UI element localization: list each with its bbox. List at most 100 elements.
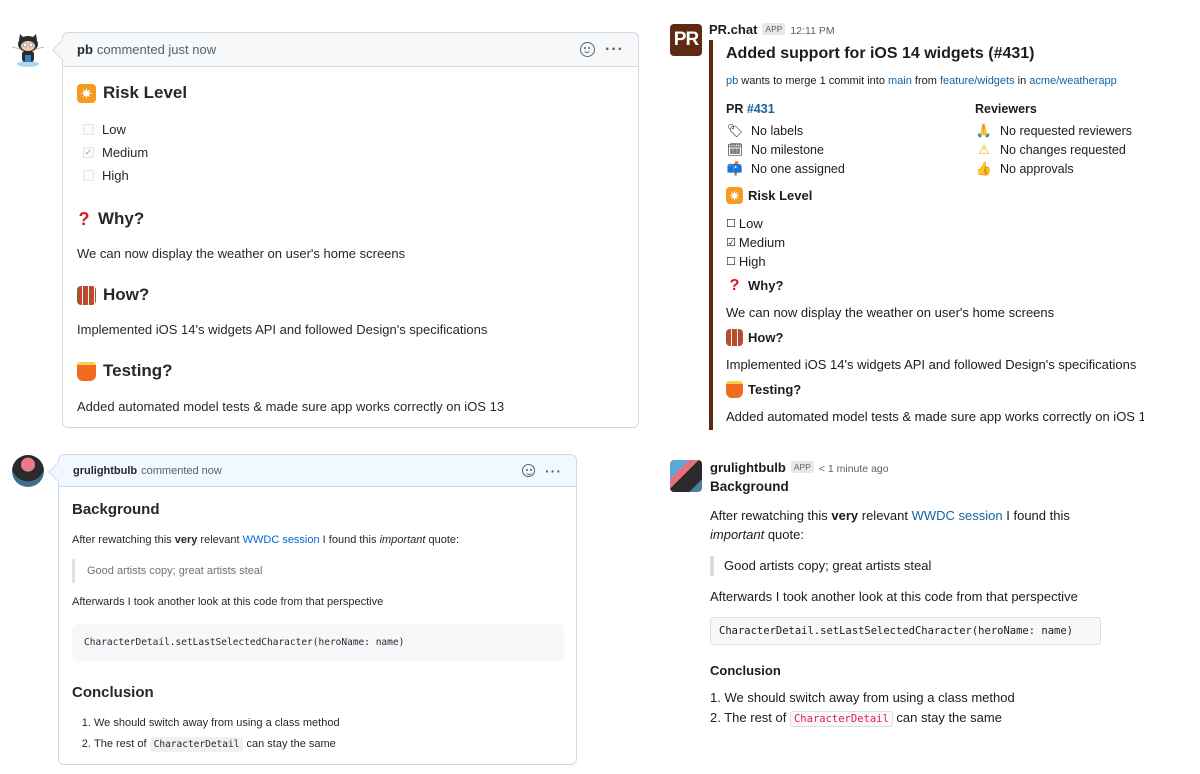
why-heading: ? Why? — [78, 209, 145, 229]
pr-title[interactable]: Added support for iOS 14 widgets (#431) — [726, 45, 1035, 63]
afterwards-paragraph: Afterwards I took another look at this c… — [710, 589, 1078, 604]
abacus-icon — [726, 329, 743, 346]
pr-number-link[interactable]: #431 — [747, 102, 775, 116]
list-item: We should switch away from using a class… — [94, 713, 340, 734]
thumbs-up-icon: 👍 — [975, 160, 993, 176]
risk-option-high[interactable]: High — [83, 164, 148, 187]
milestone-row: 🗓 No milestone — [726, 141, 824, 157]
list-item: The rest of CharacterDetail can stay the… — [94, 734, 340, 755]
code-block: CharacterDetail.setLastSelectedCharacter… — [72, 624, 564, 661]
checkbox-checked-icon: ☑ — [726, 237, 736, 249]
comment-meta: commented now — [141, 464, 222, 477]
more-options-icon[interactable]: ··· — [545, 464, 562, 478]
testing-text: Added automated model tests & made sure … — [77, 399, 505, 414]
pr-attachment: Added support for iOS 14 widgets (#431) … — [709, 40, 1149, 430]
pr-chat-app-avatar[interactable]: PR — [670, 24, 702, 56]
testing-heading: Testing? — [77, 361, 173, 381]
wwdc-session-link[interactable]: WWDC session — [243, 534, 320, 546]
eight-pointed-star-icon: ✷ — [726, 187, 743, 204]
background-paragraph: After rewatching this very relevant WWDC… — [710, 508, 1070, 542]
message-header: PR.chat APP 12:11 PM — [709, 21, 835, 39]
avatar-pb-octocat[interactable] — [8, 30, 48, 70]
avatar-grulightbulb[interactable] — [670, 460, 702, 492]
checkbox-checked[interactable]: ✓ — [83, 147, 94, 158]
add-reaction-icon[interactable] — [580, 42, 596, 57]
pr-subtitle: pb wants to merge 1 commit into main fro… — [726, 75, 1117, 87]
afterwards-paragraph: Afterwards I took another look at this c… — [72, 596, 384, 608]
why-text: We can now display the weather on user's… — [77, 246, 406, 261]
app-badge: APP — [790, 461, 814, 473]
mailbox-icon: 📫 — [726, 160, 744, 176]
checkbox[interactable] — [83, 124, 94, 135]
user-link[interactable]: pb — [726, 75, 738, 87]
base-branch-link[interactable]: main — [888, 75, 912, 87]
checkbox-empty-icon: ☐ — [726, 218, 736, 230]
safety-vest-icon — [726, 381, 743, 398]
more-options-icon[interactable]: ··· — [605, 41, 624, 58]
comment-header: pb commented just now ··· — [52, 33, 638, 67]
comment-author[interactable]: grulightbulb — [73, 465, 137, 477]
blockquote: Good artists copy; great artists steal — [710, 556, 931, 576]
wwdc-session-link[interactable]: WWDC session — [912, 508, 1003, 523]
risk-option-low[interactable]: Low — [83, 118, 148, 141]
avatar-grulightbulb[interactable] — [12, 455, 44, 487]
safety-vest-icon — [77, 361, 96, 381]
background-heading: Background — [72, 501, 160, 518]
head-branch-link[interactable]: feature/widgets — [940, 75, 1015, 87]
label-tag-icon: 🏷 — [726, 122, 744, 138]
conclusion-heading: Conclusion — [710, 663, 781, 678]
warning-icon: ⚠ — [978, 141, 990, 157]
changes-requested-row: ⚠ No changes requested — [975, 140, 1132, 159]
message-timestamp[interactable]: < 1 minute ago — [819, 463, 889, 475]
conclusion-heading: Conclusion — [72, 684, 154, 701]
conclusion-list: We should switch away from using a class… — [72, 713, 340, 755]
checkbox[interactable] — [83, 170, 94, 181]
background-heading: Background — [710, 479, 789, 494]
risk-option-high: ☐ High — [726, 254, 766, 269]
comment-meta: commented just now — [96, 42, 217, 57]
comment-header: grulightbulb commented now ··· — [48, 455, 576, 487]
question-mark-icon: ? — [729, 276, 740, 294]
folded-hands-icon: 🙏 — [975, 122, 993, 138]
labels-row: 🏷 No labels — [726, 122, 804, 138]
blockquote: Good artists copy; great artists steal — [72, 559, 262, 583]
octocat-icon — [11, 34, 45, 67]
risk-option-medium: ☑ Medium — [726, 235, 786, 250]
why-heading: ? Why? — [726, 276, 784, 294]
requested-reviewers-row: 🙏 No requested reviewers — [975, 122, 1133, 138]
eight-pointed-star-icon: ✷ — [77, 83, 96, 103]
why-text: We can now display the weather on user's… — [726, 305, 1055, 320]
comment-author[interactable]: pb — [77, 42, 93, 57]
abacus-icon — [77, 285, 96, 305]
approvals-row: 👍 No approvals — [975, 160, 1074, 176]
how-heading: How? — [77, 285, 149, 305]
background-paragraph: After rewatching this very relevant WWDC… — [72, 534, 460, 546]
app-badge: APP — [762, 23, 786, 35]
risk-checklist: Low ✓ Medium High — [83, 118, 148, 187]
how-heading: How? — [726, 329, 783, 346]
app-name[interactable]: PR.chat — [709, 22, 757, 37]
testing-text: Added automated model tests & made sure … — [726, 409, 1144, 424]
add-reaction-icon[interactable] — [522, 464, 535, 477]
risk-option-medium[interactable]: ✓ Medium — [83, 141, 148, 164]
checkbox-empty-icon: ☐ — [726, 256, 736, 268]
list-item: 1. We should switch away from using a cl… — [710, 690, 1015, 705]
conclusion-list: 1. We should switch away from using a cl… — [710, 690, 1015, 730]
risk-option-low: ☐ Low — [726, 216, 763, 231]
code-block: CharacterDetail.setLastSelectedCharacter… — [710, 617, 1101, 645]
pr-field: PR #431 🏷 No labels 🗓 No milestone 📫 No one… — [726, 102, 845, 178]
github-pr-comment: pb commented just now ··· ✷ Risk Level L… — [52, 32, 639, 428]
testing-heading: Testing? — [726, 381, 801, 398]
assignee-row: 📫 No one assigned — [726, 160, 845, 176]
reviewers-field: Reviewers 🙏 No requested reviewers ⚠ No ch… — [975, 102, 1132, 178]
message-timestamp[interactable]: 12:11 PM — [790, 25, 834, 37]
risk-list: ☐ Low ☑ Medium ☐ High — [726, 214, 785, 271]
message-header: grulightbulb APP < 1 minute ago — [710, 459, 889, 477]
inline-code: CharacterDetail — [149, 737, 244, 752]
how-text: Implemented iOS 14's widgets API and fol… — [726, 357, 1137, 372]
repo-link[interactable]: acme/weatherapp — [1029, 75, 1116, 87]
list-item: 2. The rest of CharacterDetail can stay … — [710, 710, 1002, 727]
how-text: Implemented iOS 14's widgets API and fol… — [77, 322, 488, 337]
author-name[interactable]: grulightbulb — [710, 460, 786, 475]
inline-code: CharacterDetail — [789, 711, 893, 727]
